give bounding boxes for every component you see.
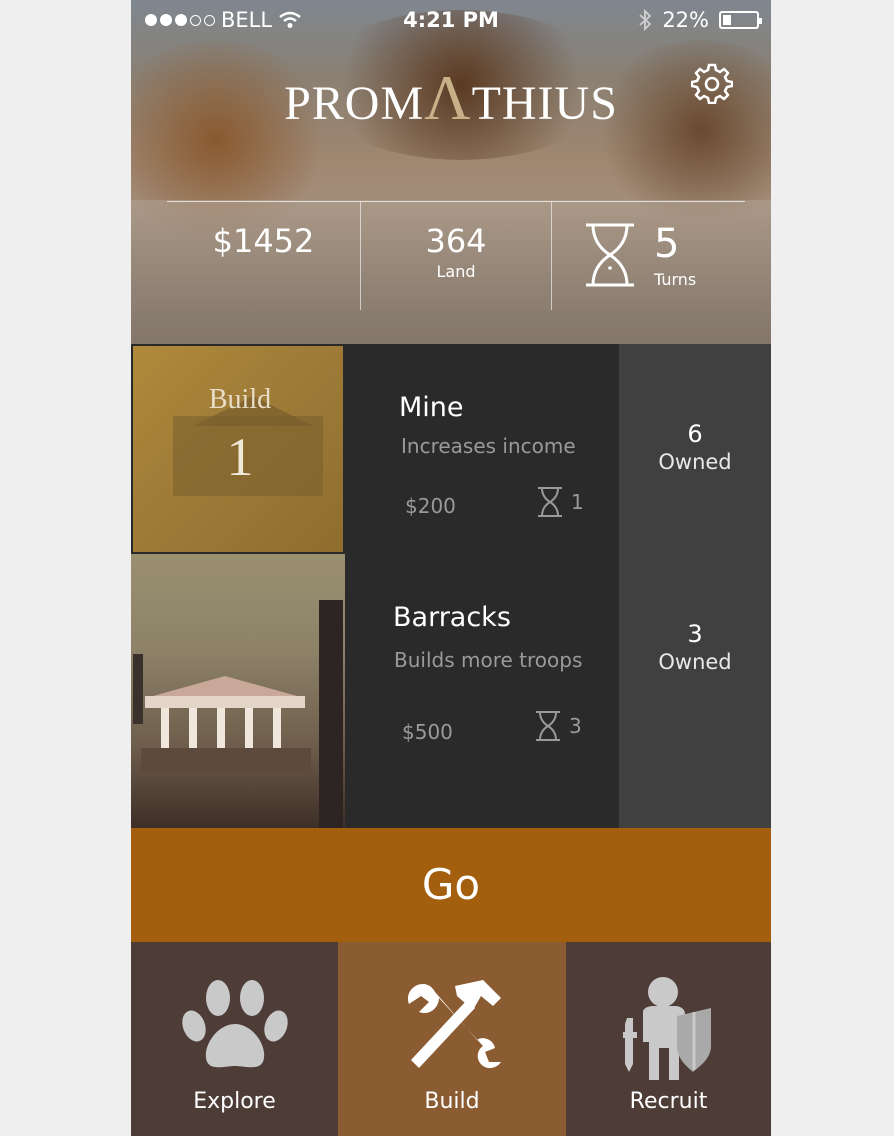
item-turns: 1 bbox=[537, 486, 584, 518]
nav-recruit-label: Recruit bbox=[629, 1089, 708, 1114]
hourglass-icon bbox=[536, 711, 560, 741]
build-thumbnail: Build 1 bbox=[131, 344, 345, 554]
go-button[interactable]: Go bbox=[131, 828, 771, 942]
land-value: 364 bbox=[425, 222, 487, 260]
app-logo: PROMΛTHIUS bbox=[284, 62, 618, 133]
item-price: $500 bbox=[402, 720, 453, 744]
turns-label: Turns bbox=[654, 270, 697, 289]
hourglass-icon bbox=[538, 487, 562, 517]
bottom-nav: Explore Build Recruit bbox=[131, 942, 771, 1136]
stats-bar: $1452 364 Land 5 Turns bbox=[167, 201, 745, 310]
item-turns-value: 1 bbox=[571, 490, 584, 514]
owned-count: 6 bbox=[687, 420, 703, 448]
battery-icon bbox=[719, 11, 762, 29]
soldier-icon bbox=[622, 977, 711, 1080]
status-bar: BELL 4:21 PM 22% bbox=[131, 6, 771, 36]
owned-panel: 3 Owned bbox=[619, 554, 771, 828]
money-stat: $1452 bbox=[167, 202, 361, 310]
item-name: Mine bbox=[399, 392, 464, 423]
list-item-barracks[interactable]: Barracks Builds more troops $500 3 3 Own… bbox=[131, 554, 771, 828]
phone-screen: BELL 4:21 PM 22% PROMΛTHIUS $1452 364 La… bbox=[131, 0, 771, 1136]
paw-icon bbox=[181, 980, 288, 1068]
turns-stat: 5 Turns bbox=[552, 202, 745, 310]
tools-icon bbox=[407, 980, 501, 1069]
gear-icon[interactable] bbox=[691, 62, 733, 104]
item-price: $200 bbox=[405, 494, 456, 518]
owned-label: Owned bbox=[658, 650, 732, 674]
thumb-build-label: Build bbox=[208, 384, 272, 415]
hourglass-icon bbox=[586, 223, 634, 287]
land-stat: 364 Land bbox=[361, 202, 552, 310]
hero-header: BELL 4:21 PM 22% PROMΛTHIUS $1452 364 La… bbox=[131, 0, 771, 344]
bluetooth-icon bbox=[639, 9, 652, 31]
nav-explore[interactable]: Explore bbox=[131, 942, 338, 1136]
item-info: Barracks Builds more troops $500 3 bbox=[345, 554, 619, 828]
owned-label: Owned bbox=[658, 450, 732, 474]
nav-build[interactable]: Build bbox=[338, 942, 566, 1136]
nav-build-label: Build bbox=[424, 1089, 480, 1114]
item-info: Mine Increases income $200 1 bbox=[345, 344, 619, 554]
money-value: $1452 bbox=[212, 222, 315, 260]
item-name: Barracks bbox=[393, 602, 511, 633]
land-label: Land bbox=[436, 262, 476, 281]
item-description: Increases income bbox=[401, 434, 576, 458]
owned-count: 3 bbox=[687, 620, 703, 648]
owned-panel: 6 Owned bbox=[619, 344, 771, 554]
list-item-mine[interactable]: Build 1 Mine Increases income $200 1 6 O… bbox=[131, 344, 771, 554]
battery-percent: 22% bbox=[662, 8, 709, 32]
item-turns: 3 bbox=[535, 710, 582, 742]
item-description: Builds more troops bbox=[394, 648, 583, 672]
nav-explore-label: Explore bbox=[193, 1089, 276, 1114]
thumb-build-number: 1 bbox=[226, 427, 254, 487]
item-turns-value: 3 bbox=[569, 714, 582, 738]
turns-value: 5 bbox=[654, 221, 680, 267]
nav-recruit[interactable]: Recruit bbox=[566, 942, 771, 1136]
barracks-thumbnail bbox=[131, 554, 345, 828]
